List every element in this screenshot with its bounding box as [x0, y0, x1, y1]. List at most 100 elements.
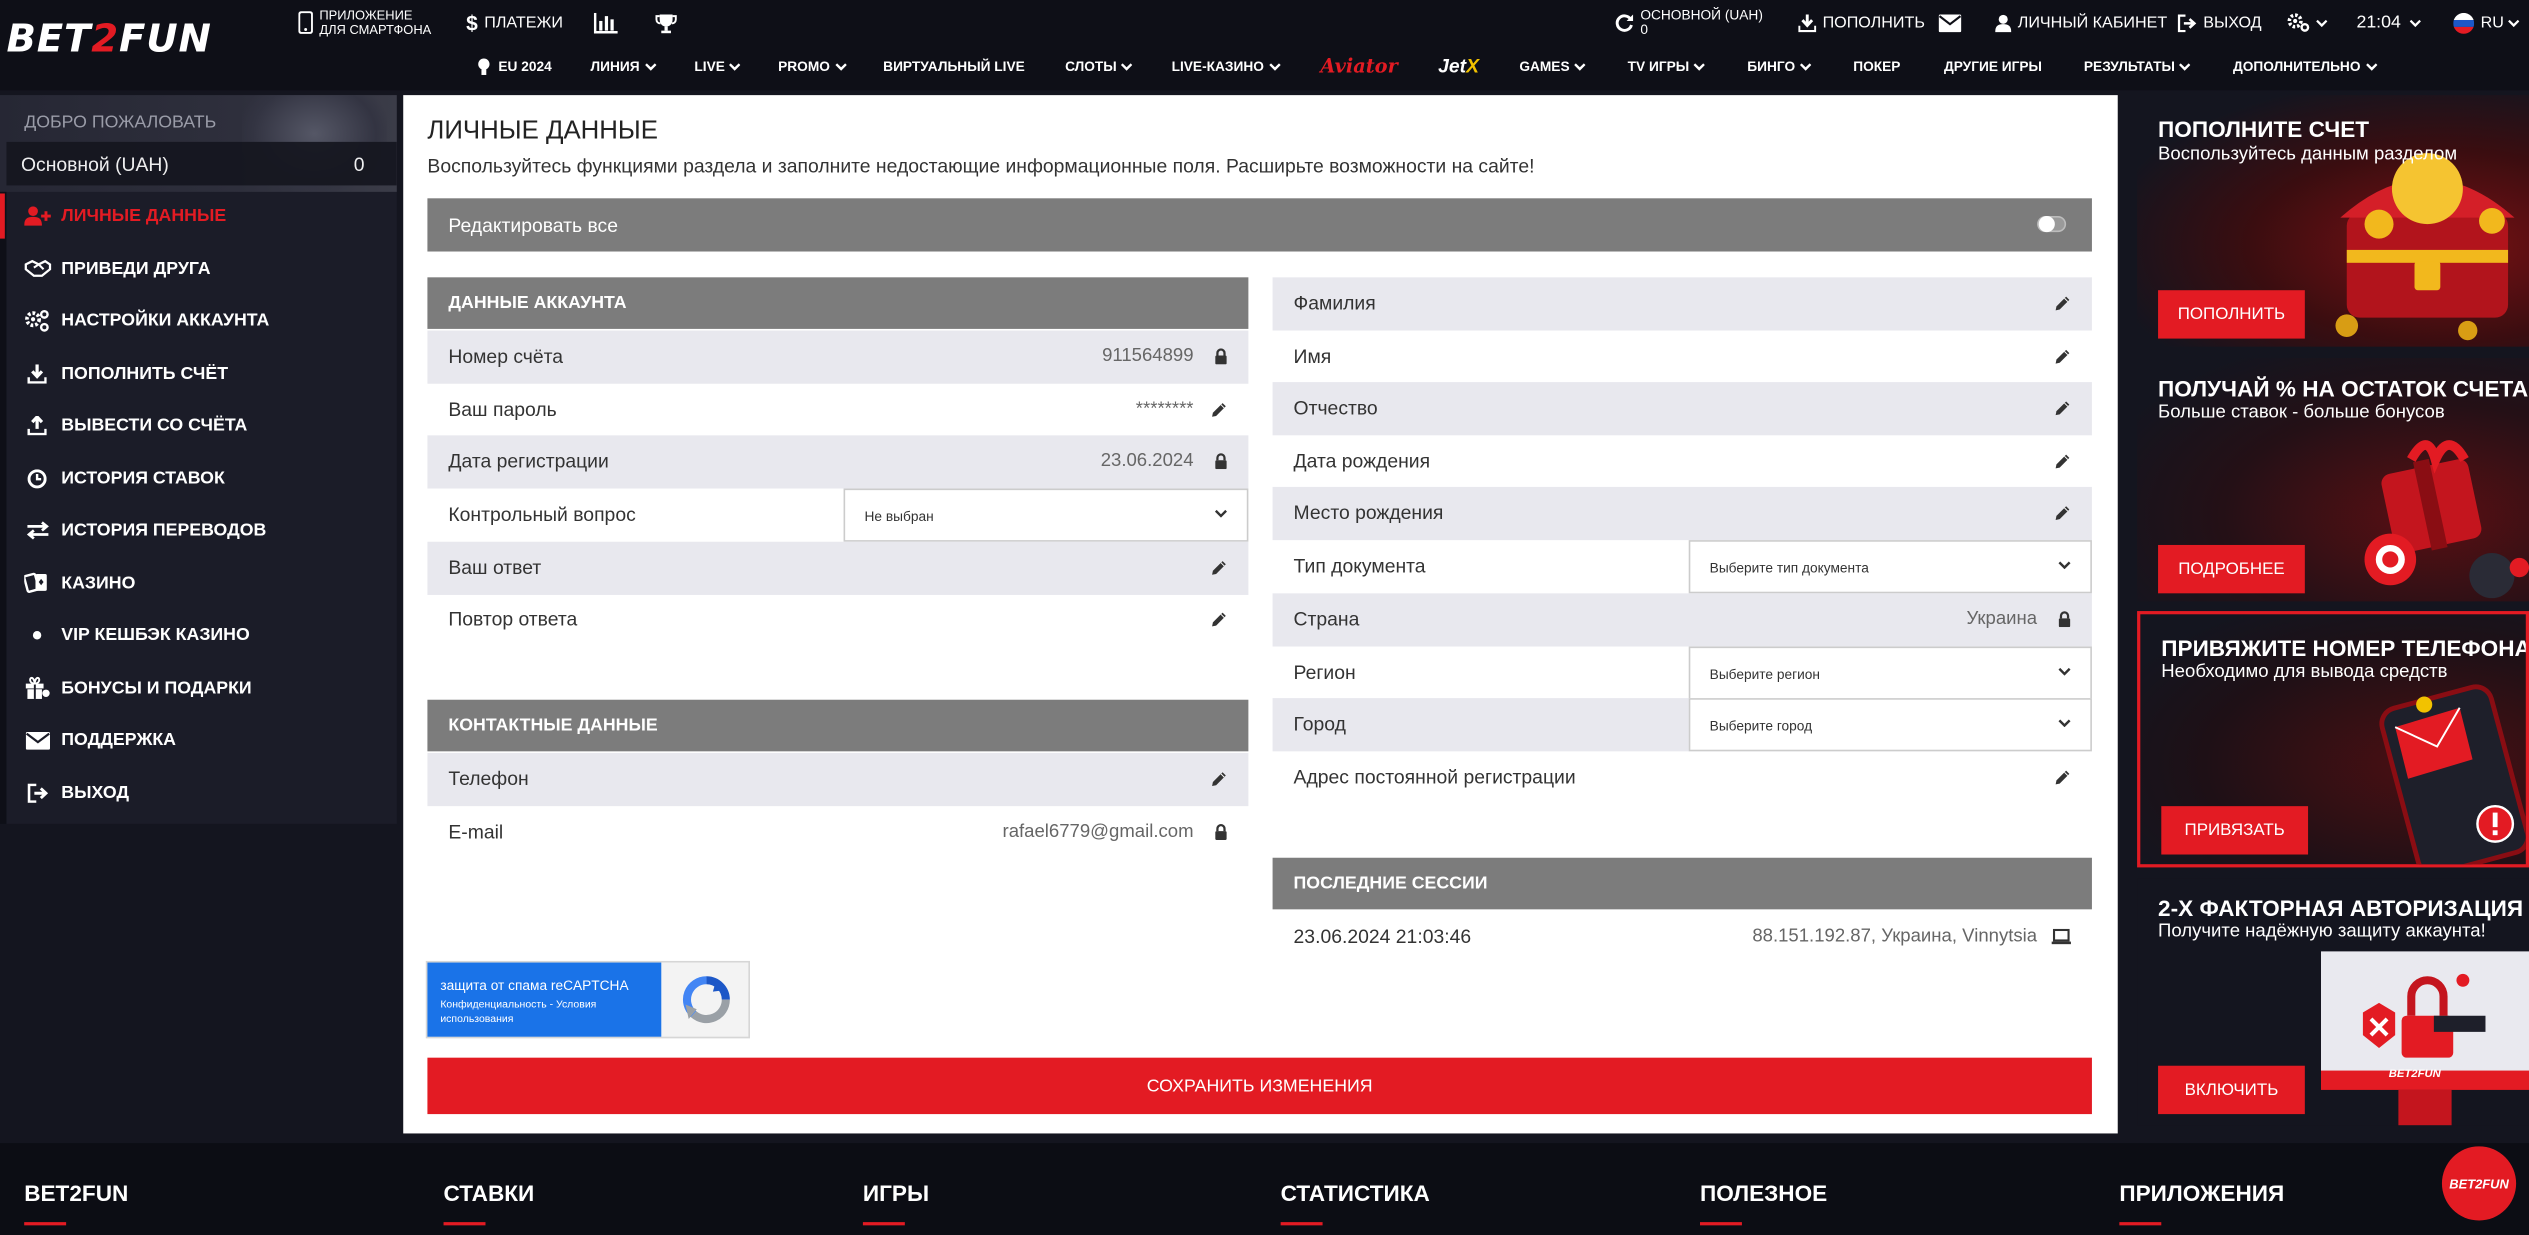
- sidebar-item-label: ВЫХОД: [61, 783, 130, 803]
- pencil-icon[interactable]: [1211, 771, 1227, 787]
- payments-link[interactable]: $ ПЛАТЕЖИ: [466, 6, 563, 38]
- edit-all-toggle[interactable]: [2037, 216, 2067, 233]
- field-label: Адрес постоянной регистрации: [1293, 766, 1576, 789]
- sidebar-item-vip-cashback[interactable]: VIP КЕШБЭК КАЗИНО: [6, 609, 396, 661]
- pencil-icon[interactable]: [2055, 505, 2071, 521]
- menu-item-bingo[interactable]: БИНГО: [1747, 58, 1812, 74]
- personal-cabinet-link[interactable]: ЛИЧНЫЙ КАБИНЕТ: [1995, 6, 2167, 38]
- sidebar-item-casino[interactable]: КАЗИНО: [6, 557, 396, 609]
- language-selector[interactable]: RU: [2453, 6, 2526, 38]
- security-question-select[interactable]: Не выбран: [843, 488, 1249, 542]
- footer-column-games[interactable]: ИГРЫ: [862, 1180, 929, 1226]
- menu-item-slots[interactable]: СЛОТЫ: [1065, 58, 1133, 74]
- site-logo[interactable]: BET2FUN: [6, 16, 211, 61]
- recaptcha-widget[interactable]: защита от спама reCAPTCHA Конфиденциальн…: [425, 960, 750, 1039]
- recaptcha-icon: [681, 975, 733, 1024]
- pencil-icon[interactable]: [1211, 401, 1227, 417]
- payments-label: ПЛАТЕЖИ: [484, 13, 564, 32]
- field-label: Тип документа: [1293, 555, 1426, 578]
- region-row: Регион Выберите регион: [1273, 646, 2092, 700]
- sidebar-item-transfer-history[interactable]: ИСТОРИЯ ПЕРЕВОДОВ: [6, 505, 396, 557]
- footer-column-title: ПРИЛОЖЕНИЯ: [2119, 1180, 2285, 1207]
- footer-column-useful[interactable]: ПОЛЕЗНОЕ: [1699, 1180, 1827, 1226]
- sidebar-item-personal-data[interactable]: ЛИЧНЫЕ ДАННЫЕ: [6, 190, 396, 242]
- menu-item-aviator[interactable]: Aviator: [1320, 55, 1397, 78]
- recaptcha-links[interactable]: Конфиденциальность - Условия использован…: [440, 998, 650, 1027]
- menu-item-tv-games[interactable]: TV ИГРЫ: [1628, 58, 1706, 74]
- balance-widget[interactable]: ОСНОВНОЙ (UAH) 0: [1615, 6, 1763, 38]
- bar-chart-icon: [593, 12, 618, 33]
- app-link-line1: ПРИЛОЖЕНИЕ: [319, 8, 413, 23]
- menu-item-results[interactable]: РЕЗУЛЬТАТЫ: [2084, 58, 2192, 74]
- welcome-banner: ДОБРО ПОЖАЛОВАТЬ Основной (UAH) 0: [0, 95, 397, 192]
- refresh-icon[interactable]: [1615, 13, 1634, 32]
- jetx-logo-jet: Jet: [1438, 54, 1467, 78]
- sidebar-item-logout[interactable]: ВЫХОД: [6, 767, 396, 819]
- menu-item-jetx[interactable]: Jet X: [1438, 55, 1479, 78]
- pencil-icon[interactable]: [2055, 769, 2071, 785]
- registration-date-row: Дата регистрации 23.06.2024: [427, 435, 1249, 488]
- sidebar-item-deposit[interactable]: ПОПОЛНИТЬ СЧЁТ: [6, 347, 396, 399]
- menu-item-live[interactable]: LIVE: [694, 58, 742, 74]
- footer-column-apps[interactable]: ПРИЛОЖЕНИЯ: [2119, 1180, 2285, 1226]
- mobile-app-link[interactable]: ПРИЛОЖЕНИЕ ДЛЯ СМАРТФОНА: [298, 6, 431, 38]
- footer: BET2FUN СТАВКИ ИГРЫ СТАТИСТИКА ПОЛЕЗНОЕ …: [0, 1143, 2529, 1235]
- sidebar-item-invite-friend[interactable]: ПРИВЕДИ ДРУГА: [6, 243, 396, 295]
- link-phone-banner[interactable]: ПРИВЯЖИТЕ НОМЕР ТЕЛЕФОНА Необходимо для …: [2137, 611, 2529, 868]
- menu-item-games[interactable]: GAMES: [1519, 58, 1586, 74]
- document-type-select[interactable]: Выберите тип документа: [1688, 540, 2092, 594]
- deposit-banner[interactable]: ПОПОЛНИТЕ СЧЕТ Воспользуйтесь данным раз…: [2137, 95, 2529, 347]
- sidebar-item-label: БОНУСЫ И ПОДАРКИ: [61, 678, 252, 698]
- pencil-icon[interactable]: [1211, 559, 1227, 575]
- field-label: Контрольный вопрос: [448, 503, 636, 527]
- field-label: Имя: [1293, 345, 1332, 369]
- chevron-down-icon: [1574, 62, 1586, 70]
- sidebar-item-label: ПОДДЕРЖКА: [61, 730, 177, 751]
- settings-menu[interactable]: [2287, 6, 2334, 38]
- chevron-down-icon: [2179, 62, 2192, 70]
- tournaments-link[interactable]: [655, 6, 684, 38]
- footer-column-bets[interactable]: СТАВКИ: [443, 1180, 534, 1226]
- logout-link[interactable]: ВЫХОД: [2177, 6, 2262, 38]
- footer-column-statistics[interactable]: СТАТИСТИКА: [1280, 1180, 1430, 1226]
- sidebar-item-bonuses[interactable]: БОНУСЫ И ПОДАРКИ: [6, 662, 396, 714]
- pencil-icon[interactable]: [2055, 400, 2071, 416]
- banner-title: ПРИВЯЖИТЕ НОМЕР ТЕЛЕФОНА: [2161, 635, 2529, 662]
- section-title: ДАННЫЕ АККАУНТА: [448, 293, 627, 313]
- footer-column-brand[interactable]: BET2FUN: [24, 1180, 128, 1226]
- menu-item-additional[interactable]: ДОПОЛНИТЕЛЬНО: [2233, 58, 2377, 74]
- banner-enable-button[interactable]: ВКЛЮЧИТЬ: [2158, 1065, 2305, 1115]
- menu-item-virtual-live[interactable]: ВИРТУАЛЬНЫЙ LIVE: [883, 58, 1025, 74]
- sidebar-item-withdraw[interactable]: ВЫВЕСТИ СО СЧЁТА: [6, 400, 396, 452]
- menu-item-other-games[interactable]: ДРУГИЕ ИГРЫ: [1944, 58, 2042, 74]
- banner-details-button[interactable]: ПОДРОБНЕЕ: [2158, 544, 2305, 594]
- menu-item-eu2024[interactable]: EU 2024: [477, 57, 552, 75]
- country-row: Страна Украина: [1272, 593, 2092, 646]
- pencil-icon[interactable]: [2055, 295, 2071, 311]
- chat-badge-button[interactable]: BET2FUN: [2441, 1146, 2517, 1221]
- banner-link-button[interactable]: ПРИВЯЗАТЬ: [2161, 806, 2309, 855]
- menu-item-live-casino[interactable]: LIVE-КАЗИНО: [1172, 58, 1281, 74]
- menu-item-poker[interactable]: ПОКЕР: [1853, 58, 1900, 74]
- two-factor-banner[interactable]: BET2FUN 2-Х ФАКТОРНАЯ АВТОРИЗАЦИЯ Получи…: [2137, 878, 2529, 1126]
- menu-item-promo[interactable]: PROMO: [778, 58, 847, 74]
- sidebar-item-account-settings[interactable]: НАСТРОЙКИ АККАУНТА: [6, 295, 396, 347]
- region-select[interactable]: Выберите регион: [1688, 646, 2092, 700]
- statistics-link[interactable]: [593, 6, 625, 38]
- aviator-logo: Aviator: [1320, 54, 1398, 78]
- interest-banner[interactable]: ПОЛУЧАЙ % НА ОСТАТОК СЧЕТА Больше ставок…: [2137, 357, 2529, 602]
- messages-link[interactable]: [1938, 6, 1968, 38]
- pencil-icon[interactable]: [2055, 348, 2071, 364]
- sidebar-item-support[interactable]: ПОДДЕРЖКА: [6, 714, 396, 766]
- clock-menu[interactable]: 21:04: [2356, 6, 2426, 38]
- banner-deposit-button[interactable]: ПОПОЛНИТЬ: [2158, 290, 2305, 339]
- deposit-link[interactable]: ПОПОЛНИТЬ: [1798, 6, 1925, 38]
- lightbulb-icon: [477, 57, 490, 75]
- pencil-icon[interactable]: [1211, 611, 1227, 627]
- pencil-icon[interactable]: [2055, 453, 2071, 469]
- city-select[interactable]: Выберите город: [1688, 698, 2092, 752]
- save-changes-button[interactable]: СОХРАНИТЬ ИЗМЕНЕНИЯ: [427, 1057, 2092, 1115]
- menu-label: ДОПОЛНИТЕЛЬНО: [2232, 58, 2361, 75]
- sidebar-item-bet-history[interactable]: ИСТОРИЯ СТАВОК: [6, 452, 396, 504]
- menu-item-line[interactable]: ЛИНИЯ: [590, 58, 656, 74]
